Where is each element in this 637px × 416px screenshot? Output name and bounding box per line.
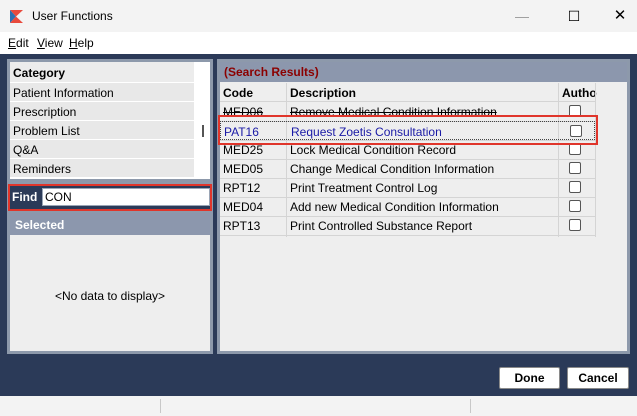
table-row[interactable]: RPT13 Print Controlled Substance Report: [220, 216, 595, 235]
row-divider: [220, 235, 595, 236]
scrollbar-thumb[interactable]: [202, 125, 204, 137]
app-logo-icon: [10, 10, 23, 23]
column-header-description[interactable]: Description: [287, 83, 558, 101]
authorized-checkbox[interactable]: [569, 162, 581, 174]
selected-row-highlight-box: [218, 115, 598, 145]
row-code: MED04: [223, 200, 264, 214]
status-divider: [470, 399, 471, 413]
find-highlight-box: [8, 184, 212, 211]
category-item-patient-information[interactable]: Patient Information: [10, 82, 194, 101]
table-row[interactable]: MED05 Change Medical Condition Informati…: [220, 159, 595, 178]
row-description: Add new Medical Condition Information: [290, 200, 499, 214]
window-title: User Functions: [32, 9, 113, 23]
category-item-problem-list[interactable]: Problem List: [10, 120, 194, 139]
category-item-prescription[interactable]: Prescription: [10, 101, 194, 120]
category-item-reminders[interactable]: Reminders: [10, 158, 194, 177]
menu-bar: Edit View Help: [0, 32, 637, 54]
done-button[interactable]: Done: [499, 367, 560, 389]
category-list: Category Patient Information Prescriptio…: [10, 62, 210, 179]
row-code: MED05: [223, 162, 264, 176]
selected-header: Selected: [10, 213, 210, 235]
column-divider: [595, 83, 596, 237]
selected-panel: Selected <No data to display>: [10, 213, 210, 351]
status-bar: [0, 396, 637, 416]
menu-edit[interactable]: Edit: [8, 36, 29, 50]
close-icon[interactable]: ✕: [597, 0, 637, 32]
maximize-icon[interactable]: ☐: [551, 0, 597, 32]
menu-view[interactable]: View: [37, 36, 63, 50]
category-item-qa[interactable]: Q&A: [10, 139, 194, 158]
table-row[interactable]: MED04 Add new Medical Condition Informat…: [220, 197, 595, 216]
row-description: Print Controlled Substance Report: [290, 219, 473, 233]
column-header-code[interactable]: Code: [220, 83, 286, 101]
title-bar: User Functions — ☐ ✕: [0, 0, 637, 32]
minimize-icon[interactable]: —: [499, 0, 545, 32]
column-header-authorized[interactable]: Autho: [559, 83, 597, 101]
row-code: RPT13: [223, 219, 261, 233]
category-header: Category: [10, 62, 194, 82]
menu-help[interactable]: Help: [69, 36, 94, 50]
results-panel: (Search Results) Code Description Autho …: [220, 62, 627, 351]
cancel-button[interactable]: Cancel: [567, 367, 629, 389]
row-code: RPT12: [223, 181, 261, 195]
authorized-checkbox[interactable]: [569, 200, 581, 212]
table-row[interactable]: RPT12 Print Treatment Control Log: [220, 178, 595, 197]
row-description: Print Treatment Control Log: [290, 181, 438, 195]
selected-empty-text: <No data to display>: [54, 289, 166, 303]
authorized-checkbox[interactable]: [569, 219, 581, 231]
category-scrollbar[interactable]: [196, 62, 210, 179]
authorized-checkbox[interactable]: [569, 181, 581, 193]
row-description: Change Medical Condition Information: [290, 162, 495, 176]
results-header: (Search Results): [220, 62, 627, 82]
status-divider: [160, 399, 161, 413]
